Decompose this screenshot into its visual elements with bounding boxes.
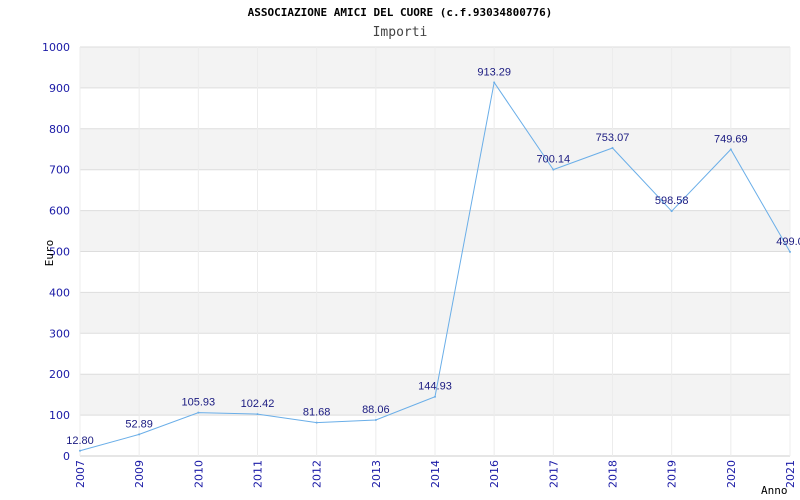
y-tick-label: 900 <box>49 82 70 95</box>
y-tick-label: 300 <box>49 327 70 340</box>
x-tick-label: 2009 <box>133 460 146 488</box>
data-point <box>611 146 614 149</box>
data-label: 105.93 <box>182 397 216 409</box>
data-label: 499.0 <box>776 236 800 248</box>
data-point <box>789 250 791 253</box>
x-tick-label: 2007 <box>74 460 87 488</box>
data-point <box>729 148 732 151</box>
data-point <box>434 395 436 398</box>
y-tick-label: 100 <box>49 409 70 422</box>
data-point <box>552 168 555 171</box>
data-point <box>79 449 81 452</box>
y-tick-label: 400 <box>49 286 70 299</box>
data-label: 102.42 <box>241 398 275 410</box>
data-point <box>256 413 259 416</box>
x-axis-ticks: 2007 2009 2010 2011 2012 2013 2014 2016 2017 2018… <box>74 460 797 488</box>
line-chart: 01002003004005006007008009001000 2007 200… <box>42 41 800 497</box>
x-tick-label: 2018 <box>607 460 620 488</box>
x-tick-label: 2012 <box>311 460 324 488</box>
y-axis-label: Euro <box>43 240 56 267</box>
y-tick-label: 1000 <box>42 41 70 54</box>
x-axis-label: Anno <box>761 484 788 497</box>
x-tick-label: 2017 <box>547 460 560 488</box>
x-tick-label: 2013 <box>370 460 383 488</box>
data-label: 913.29 <box>477 66 511 78</box>
data-label: 81.68 <box>303 407 331 419</box>
x-tick-label: 2020 <box>725 460 738 488</box>
data-point <box>670 210 673 213</box>
y-tick-label: 200 <box>49 368 70 381</box>
x-tick-label: 2010 <box>192 460 205 488</box>
data-label: 88.06 <box>362 404 390 416</box>
data-label: 598.58 <box>655 195 689 207</box>
x-tick-label: 2014 <box>429 460 442 488</box>
data-label: 144.93 <box>418 381 452 393</box>
data-label: 753.07 <box>596 132 630 144</box>
y-tick-label: 700 <box>49 164 70 177</box>
y-tick-label: 800 <box>49 123 70 136</box>
y-tick-label: 600 <box>49 205 70 218</box>
data-label: 749.69 <box>714 133 748 145</box>
x-tick-label: 2019 <box>666 460 679 488</box>
x-tick-label: 2016 <box>488 460 501 488</box>
data-point <box>138 433 141 436</box>
y-tick-label: 0 <box>63 450 70 463</box>
data-label: 12.80 <box>66 435 94 447</box>
x-tick-label: 2011 <box>252 460 265 488</box>
data-label: 52.89 <box>125 418 153 430</box>
data-point <box>315 421 318 424</box>
data-point <box>197 411 200 414</box>
data-point <box>493 81 496 84</box>
data-label: 700.14 <box>537 154 571 166</box>
data-point <box>374 418 377 421</box>
